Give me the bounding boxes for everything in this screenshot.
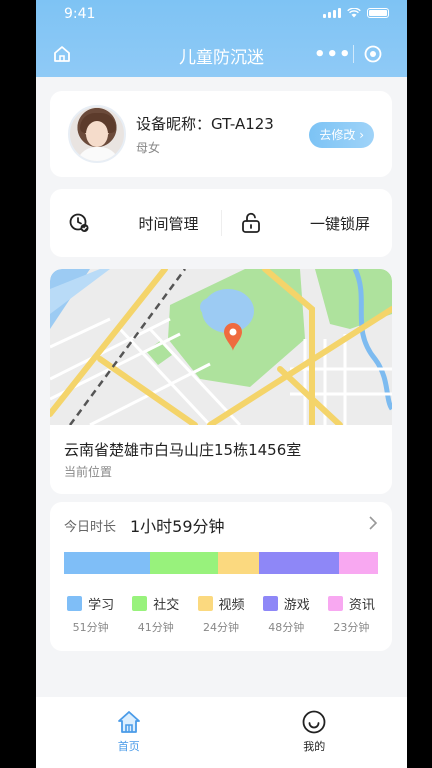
location-caption: 当前位置 — [64, 465, 113, 479]
legend-swatch — [67, 596, 83, 611]
home-icon — [117, 711, 140, 733]
legend-swatch — [327, 596, 343, 611]
location-address: 云南省楚雄市白马山庄15栋1456室 — [64, 441, 302, 459]
legend-item: 学习 51分钟 — [58, 594, 123, 635]
legend-minutes: 24分钟 — [203, 621, 239, 634]
today-duration-value: 1小时59分钟 — [130, 517, 225, 536]
status-icons — [323, 8, 389, 18]
time-management-label: 时间管理 — [138, 215, 199, 233]
legend-row: 资讯 — [327, 594, 375, 613]
legend-row: 游戏 — [262, 594, 310, 613]
lock-screen-button[interactable]: 一键锁屏 — [222, 189, 393, 257]
legend-row: 社交 — [132, 594, 179, 613]
usage-bar-segment — [64, 552, 150, 574]
usage-bar-segment — [149, 552, 219, 574]
legend-item: 游戏 48分钟 — [254, 594, 319, 635]
target-icon — [364, 45, 382, 63]
close-miniprogram-button[interactable] — [353, 45, 393, 63]
mini-program-capsule: ••• — [313, 40, 393, 68]
avatar — [68, 105, 126, 163]
usage-legend: 学习 51分钟 社交 41分钟 视频 24分钟 游戏 48分钟 资讯 23分钟 — [58, 594, 384, 635]
legend-item: 视频 24分钟 — [188, 594, 253, 635]
legend-name: 社交 — [153, 598, 180, 613]
device-role: 母女 — [136, 141, 161, 155]
tab-mine[interactable]: 我的 — [222, 697, 408, 768]
signal-icon — [323, 8, 341, 18]
chevron-right-icon: › — [359, 128, 364, 142]
time-management-button[interactable]: 时间管理 — [50, 189, 221, 257]
legend-name: 视频 — [218, 598, 245, 613]
legend-minutes: 48分钟 — [268, 621, 305, 634]
lock-screen-label: 一键锁屏 — [309, 215, 370, 233]
legend-name: 资讯 — [348, 598, 375, 613]
tab-home[interactable]: 首页 — [36, 697, 222, 768]
usage-card[interactable]: 今日时长 1小时59分钟 学习 51分钟 社交 41分钟 视频 24分钟 游戏 48分钟 资讯 2… — [50, 502, 392, 651]
legend-row: 视频 — [197, 594, 245, 613]
phone-screen: 9:41 儿童防沉迷 ••• 设备昵称：GT-A123 母女 去修改 › 时间管… — [36, 0, 407, 768]
tab-mine-label: 我的 — [303, 740, 326, 753]
quick-actions-card: 时间管理 一键锁屏 — [50, 189, 392, 257]
bottom-tab-bar: 首页 我的 — [36, 697, 407, 768]
edit-label: 去修改 — [319, 128, 356, 142]
legend-swatch — [197, 596, 213, 611]
clock-check-icon — [69, 213, 89, 232]
legend-row: 学习 — [67, 594, 114, 613]
legend-minutes: 51分钟 — [72, 621, 109, 634]
legend-swatch — [132, 596, 148, 611]
wifi-icon — [347, 8, 361, 18]
location-map[interactable] — [50, 269, 392, 425]
usage-stacked-bar — [64, 552, 378, 574]
legend-item: 社交 41分钟 — [123, 594, 188, 635]
usage-bar-segment — [218, 552, 259, 574]
legend-minutes: 23分钟 — [333, 621, 370, 634]
chevron-right-icon[interactable] — [368, 516, 378, 530]
today-duration-label: 今日时长 — [64, 520, 117, 535]
smile-icon — [302, 710, 326, 734]
edit-device-button[interactable]: 去修改 › — [309, 122, 374, 148]
legend-swatch — [262, 596, 278, 611]
tab-home-label: 首页 — [117, 740, 140, 753]
unlock-icon — [241, 212, 260, 233]
usage-bar-segment — [258, 552, 340, 574]
device-nickname: 设备昵称：GT-A123 — [136, 115, 274, 133]
usage-bar-segment — [339, 552, 378, 574]
legend-item: 资讯 23分钟 — [319, 594, 384, 635]
header: 9:41 儿童防沉迷 ••• — [36, 0, 407, 77]
status-time: 9:41 — [64, 6, 96, 22]
more-button[interactable]: ••• — [313, 44, 353, 65]
battery-icon — [367, 8, 389, 18]
legend-name: 游戏 — [283, 598, 310, 613]
device-card: 设备昵称：GT-A123 母女 去修改 › — [50, 91, 392, 177]
legend-name: 学习 — [88, 598, 115, 613]
legend-minutes: 41分钟 — [137, 621, 174, 634]
location-card[interactable]: 云南省楚雄市白马山庄15栋1456室 当前位置 — [50, 269, 392, 494]
